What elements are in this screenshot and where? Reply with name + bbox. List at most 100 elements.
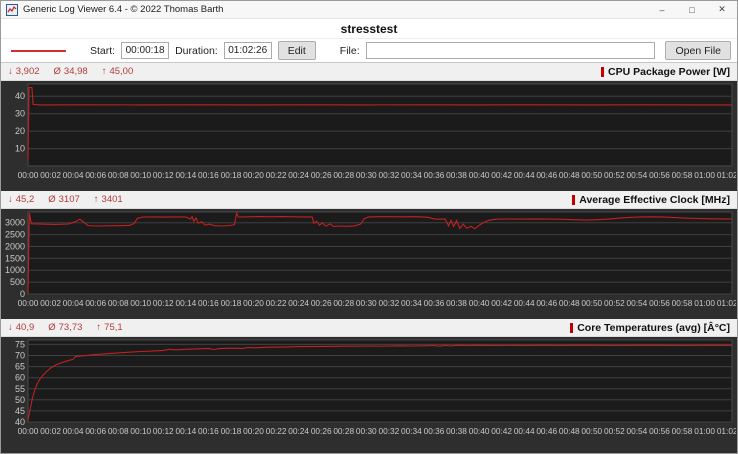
chart-section-cpu-package-power: ↓ 3,902 Ø 34,98 ↑ 45,00 CPU Package Power [… xyxy=(1,63,737,185)
chart-stats: ↓ 45,2 Ø 3107 ↑ 3401 xyxy=(8,194,123,205)
svg-text:00:20: 00:20 xyxy=(243,170,264,180)
svg-text:00:42: 00:42 xyxy=(491,170,512,180)
maximize-icon[interactable]: □ xyxy=(677,1,707,18)
svg-text:00:10: 00:10 xyxy=(130,426,151,436)
duration-input[interactable] xyxy=(223,42,272,59)
svg-text:00:46: 00:46 xyxy=(536,170,557,180)
min-value: 40,9 xyxy=(15,322,35,333)
svg-text:00:34: 00:34 xyxy=(401,298,422,308)
svg-text:00:24: 00:24 xyxy=(288,426,309,436)
svg-text:00:26: 00:26 xyxy=(311,170,332,180)
svg-text:00:36: 00:36 xyxy=(424,298,445,308)
svg-text:00:58: 00:58 xyxy=(672,298,693,308)
svg-text:00:50: 00:50 xyxy=(581,298,602,308)
max-arrow-up-icon: ↑ xyxy=(101,66,107,77)
toolbar: Start: Duration: Edit File: Open File xyxy=(1,39,737,63)
close-icon[interactable]: ✕ xyxy=(707,1,737,18)
svg-text:00:40: 00:40 xyxy=(469,426,490,436)
chart-title-label: Average Effective Clock [MHz] xyxy=(579,193,730,206)
svg-text:00:36: 00:36 xyxy=(424,170,445,180)
chart-stats: ↓ 40,9 Ø 73,73 ↑ 75,1 xyxy=(8,322,123,333)
svg-text:00:52: 00:52 xyxy=(604,426,625,436)
svg-text:75: 75 xyxy=(15,339,25,349)
chart-title: CPU Package Power [W] xyxy=(601,66,730,78)
min-value: 3,902 xyxy=(15,66,40,77)
svg-text:00:42: 00:42 xyxy=(491,298,512,308)
svg-text:00:00: 00:00 xyxy=(18,426,39,436)
core-temperatures-plot[interactable]: 404550556065707500:00 00:02 00:04 00:06 00:0… xyxy=(4,337,736,441)
svg-text:00:06: 00:06 xyxy=(85,170,106,180)
min-value: 45,2 xyxy=(15,194,35,205)
svg-text:00:06: 00:06 xyxy=(85,426,106,436)
svg-text:00:54: 00:54 xyxy=(627,170,648,180)
svg-text:00:40: 00:40 xyxy=(469,170,490,180)
svg-text:00:50: 00:50 xyxy=(581,170,602,180)
svg-text:2500: 2500 xyxy=(5,230,25,240)
start-time-input[interactable] xyxy=(121,42,170,59)
min-arrow-down-icon: ↓ xyxy=(8,322,13,333)
avg-value: 34,98 xyxy=(63,66,88,77)
title-bar: Generic Log Viewer 6.4 - © 2022 Thomas B… xyxy=(1,1,737,19)
svg-text:10: 10 xyxy=(15,144,25,154)
minimize-icon[interactable]: – xyxy=(647,1,677,18)
max-value: 75,1 xyxy=(104,322,123,333)
edit-button[interactable]: Edit xyxy=(277,41,316,60)
avg-value: 73,73 xyxy=(58,322,83,333)
svg-text:00:46: 00:46 xyxy=(536,298,557,308)
file-path-input[interactable] xyxy=(365,42,656,59)
document-title: stresstest xyxy=(340,21,398,36)
chart-title-label: CPU Package Power [W] xyxy=(608,65,730,78)
svg-text:00:14: 00:14 xyxy=(176,170,197,180)
svg-text:00:44: 00:44 xyxy=(514,426,535,436)
svg-text:00:38: 00:38 xyxy=(446,170,467,180)
chart-title: Average Effective Clock [MHz] xyxy=(572,194,730,206)
svg-text:00:58: 00:58 xyxy=(672,170,693,180)
svg-text:00:30: 00:30 xyxy=(356,426,377,436)
svg-text:00:16: 00:16 xyxy=(198,426,219,436)
cpu-power-plot[interactable]: 1020304000:00 00:02 00:04 00:06 00:08 00:10 00… xyxy=(4,81,736,185)
svg-text:00:20: 00:20 xyxy=(243,426,264,436)
svg-text:00:18: 00:18 xyxy=(221,170,242,180)
svg-text:00:50: 00:50 xyxy=(581,426,602,436)
window-title: Generic Log Viewer 6.4 - © 2022 Thomas B… xyxy=(23,4,224,15)
svg-text:500: 500 xyxy=(10,277,25,287)
start-label: Start: xyxy=(90,44,116,57)
svg-text:55: 55 xyxy=(15,384,25,394)
max-arrow-up-icon: ↑ xyxy=(93,194,99,205)
series-legend-line xyxy=(11,49,66,52)
open-file-button[interactable]: Open File xyxy=(665,41,731,60)
svg-text:00:46: 00:46 xyxy=(536,426,557,436)
chart-title-label: Core Temperatures (avg) [Â°C] xyxy=(577,321,730,334)
svg-text:00:48: 00:48 xyxy=(559,426,580,436)
app-icon xyxy=(6,3,18,16)
svg-text:00:32: 00:32 xyxy=(379,170,400,180)
svg-text:00:30: 00:30 xyxy=(356,298,377,308)
svg-text:1500: 1500 xyxy=(5,253,25,263)
svg-text:00:10: 00:10 xyxy=(130,298,151,308)
svg-text:00:26: 00:26 xyxy=(311,426,332,436)
svg-text:70: 70 xyxy=(15,351,25,361)
svg-text:00:04: 00:04 xyxy=(63,298,84,308)
svg-text:65: 65 xyxy=(15,362,25,372)
chart-header: ↓ 40,9 Ø 73,73 ↑ 75,1 Core Temperatures (av… xyxy=(1,319,737,337)
svg-text:00:00: 00:00 xyxy=(18,170,39,180)
max-value: 45,00 xyxy=(109,66,134,77)
series-color-marker-icon xyxy=(572,194,576,205)
chart-section-average-effective-clock: ↓ 45,2 Ø 3107 ↑ 3401 Average Effective Cloc… xyxy=(1,191,737,313)
avg-value: 3107 xyxy=(58,194,80,205)
effective-clock-plot[interactable]: 05001000150020002500300000:00 00:02 00:04 0… xyxy=(4,209,736,313)
svg-text:00:20: 00:20 xyxy=(243,298,264,308)
generic-log-viewer-window: { "window": { "title": "Generic Log View… xyxy=(0,0,738,454)
svg-text:01:00: 01:00 xyxy=(694,298,715,308)
svg-text:00:54: 00:54 xyxy=(627,298,648,308)
file-label: File: xyxy=(339,44,360,57)
svg-text:00:18: 00:18 xyxy=(221,426,242,436)
average-icon: Ø xyxy=(53,66,61,77)
svg-text:00:28: 00:28 xyxy=(333,298,354,308)
chart-section-core-temperatures: ↓ 40,9 Ø 73,73 ↑ 75,1 Core Temperatures (av… xyxy=(1,319,737,441)
svg-text:00:06: 00:06 xyxy=(85,298,106,308)
svg-text:60: 60 xyxy=(15,373,25,383)
svg-text:45: 45 xyxy=(15,406,25,416)
svg-text:00:22: 00:22 xyxy=(266,426,287,436)
svg-text:00:36: 00:36 xyxy=(424,426,445,436)
